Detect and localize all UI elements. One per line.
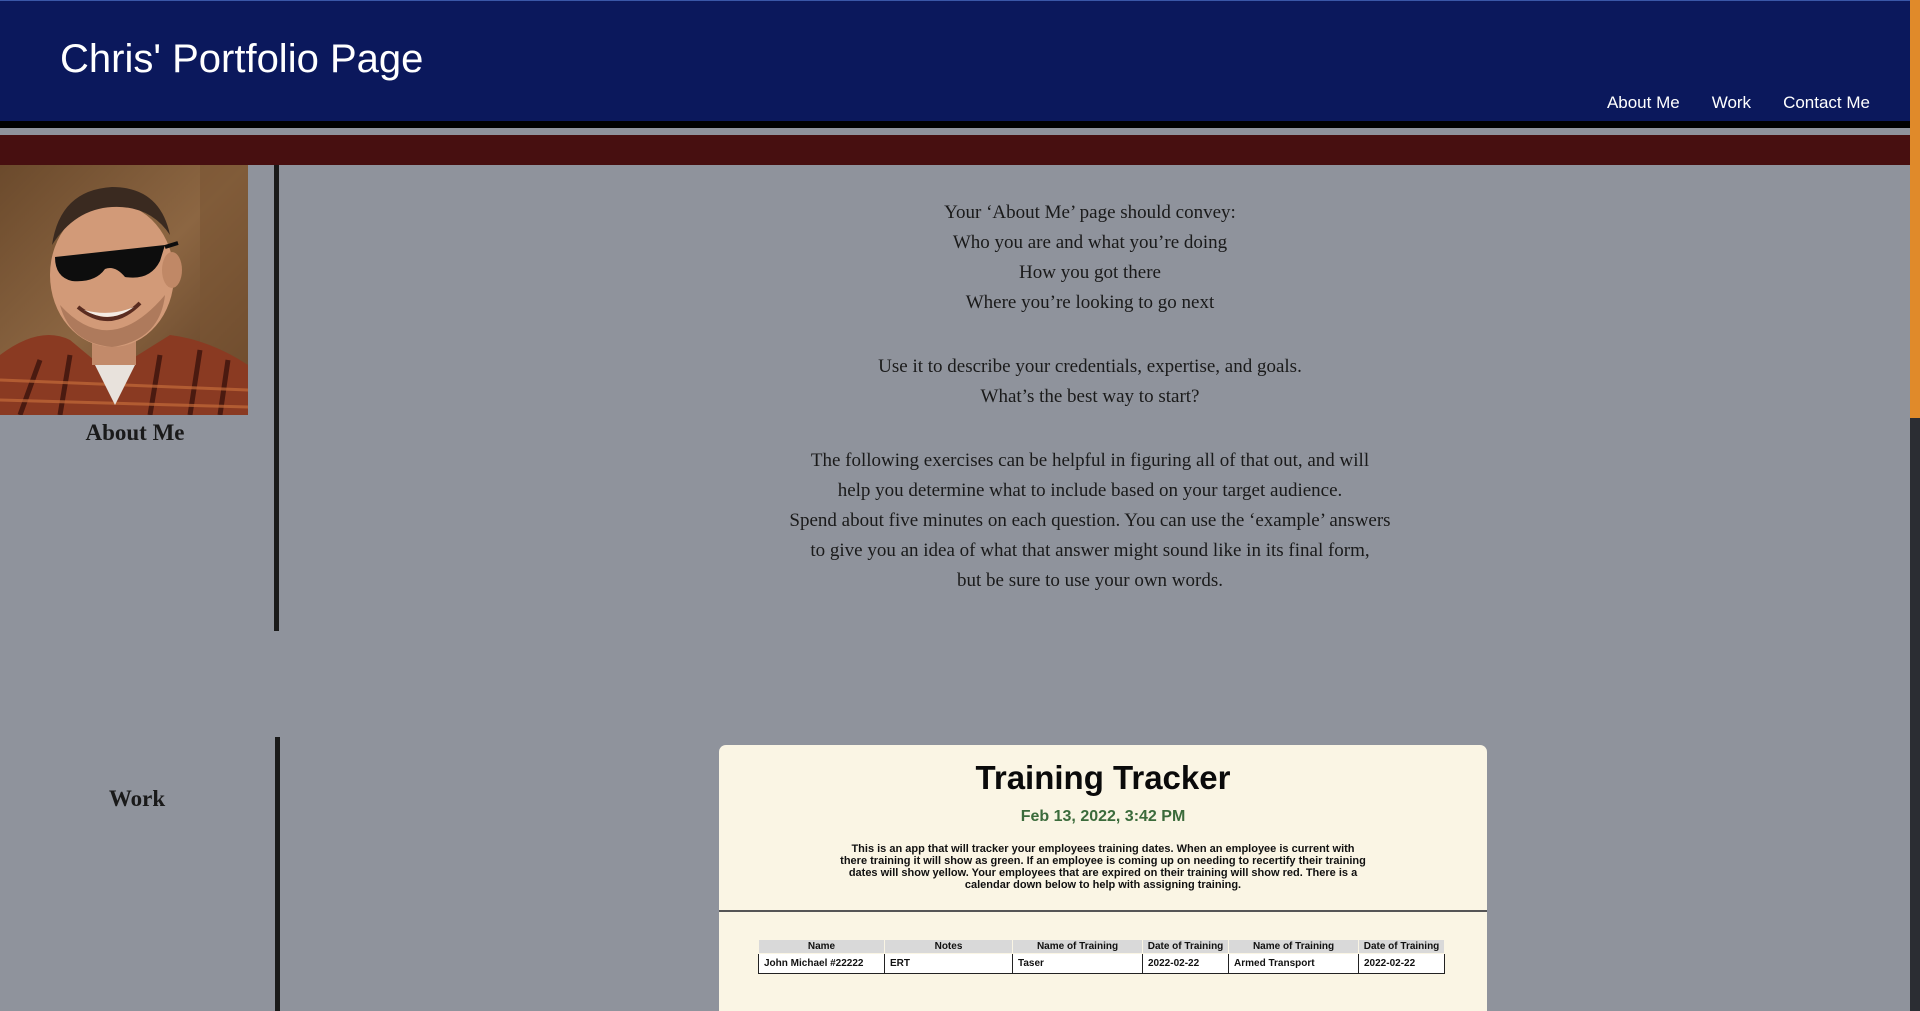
about-paragraph: Use it to describe your credentials, exp… — [640, 352, 1540, 412]
table-header: Notes — [884, 939, 1013, 954]
tracker-title: Training Tracker — [975, 759, 1231, 796]
accent-bar — [0, 135, 1910, 165]
about-line: Your ‘About Me’ page should convey: — [944, 202, 1236, 223]
table-cell: ERT — [884, 953, 1013, 974]
scrollbar-thumb[interactable] — [1910, 0, 1920, 418]
section-label-work: Work — [108, 786, 166, 811]
table-header: Name of Training — [1228, 939, 1359, 954]
nav-link-work[interactable]: Work — [1712, 93, 1751, 113]
work-section-divider — [275, 737, 280, 1011]
table-header: Name — [758, 939, 885, 954]
about-line: The following exercises can be helpful i… — [810, 450, 1370, 471]
main-nav: About Me Work Contact Me — [1607, 93, 1870, 113]
table-cell: Armed Transport — [1228, 953, 1359, 974]
nav-link-contact-me[interactable]: Contact Me — [1783, 93, 1870, 113]
about-text: Your ‘About Me’ page should convey: Who … — [640, 198, 1540, 630]
table-cell: 2022-02-22 — [1142, 953, 1229, 974]
table-cell: 2022-02-22 — [1358, 953, 1445, 974]
section-label-about-me: About Me — [85, 420, 185, 445]
about-line: to give you an idea of what that answer … — [810, 540, 1370, 561]
tracker-description: This is an app that will tracker your em… — [840, 843, 1366, 891]
table-cell: John Michael #22222 — [758, 953, 885, 974]
about-paragraph: Your ‘About Me’ page should convey: Who … — [640, 198, 1540, 318]
page-scrollbar[interactable] — [1910, 0, 1920, 1011]
table-header: Date of Training — [1358, 939, 1445, 954]
nav-link-about-me[interactable]: About Me — [1607, 93, 1680, 113]
table-row: John Michael #22222 ERT Taser 2022-02-22… — [758, 953, 1445, 974]
about-section-divider — [274, 165, 279, 631]
about-paragraph: The following exercises can be helpful i… — [640, 446, 1540, 596]
training-tracker-preview[interactable]: Training Tracker Feb 13, 2022, 3:42 PM T… — [719, 745, 1487, 1011]
site-title: Chris' Portfolio Page — [60, 37, 424, 81]
profile-photo — [0, 165, 248, 415]
table-header: Date of Training — [1142, 939, 1229, 954]
table-cell: Taser — [1012, 953, 1143, 974]
about-line: How you got there — [1019, 262, 1161, 283]
tracker-table: Name Notes Name of Training Date of Trai… — [758, 939, 1445, 974]
site-header: Chris' Portfolio Page About Me Work Cont… — [0, 0, 1910, 128]
about-line: but be sure to use your own words. — [957, 570, 1223, 591]
tracker-divider — [719, 910, 1487, 912]
about-line: Where you’re looking to go next — [965, 292, 1215, 313]
tracker-date: Feb 13, 2022, 3:42 PM — [1020, 808, 1186, 825]
about-line: What’s the best way to start? — [980, 386, 1200, 407]
about-line: Who you are and what you’re doing — [952, 232, 1228, 253]
about-line: help you determine what to include based… — [837, 480, 1343, 501]
table-header: Name of Training — [1012, 939, 1143, 954]
about-line: Spend about five minutes on each questio… — [789, 510, 1391, 531]
about-line: Use it to describe your credentials, exp… — [878, 356, 1302, 377]
